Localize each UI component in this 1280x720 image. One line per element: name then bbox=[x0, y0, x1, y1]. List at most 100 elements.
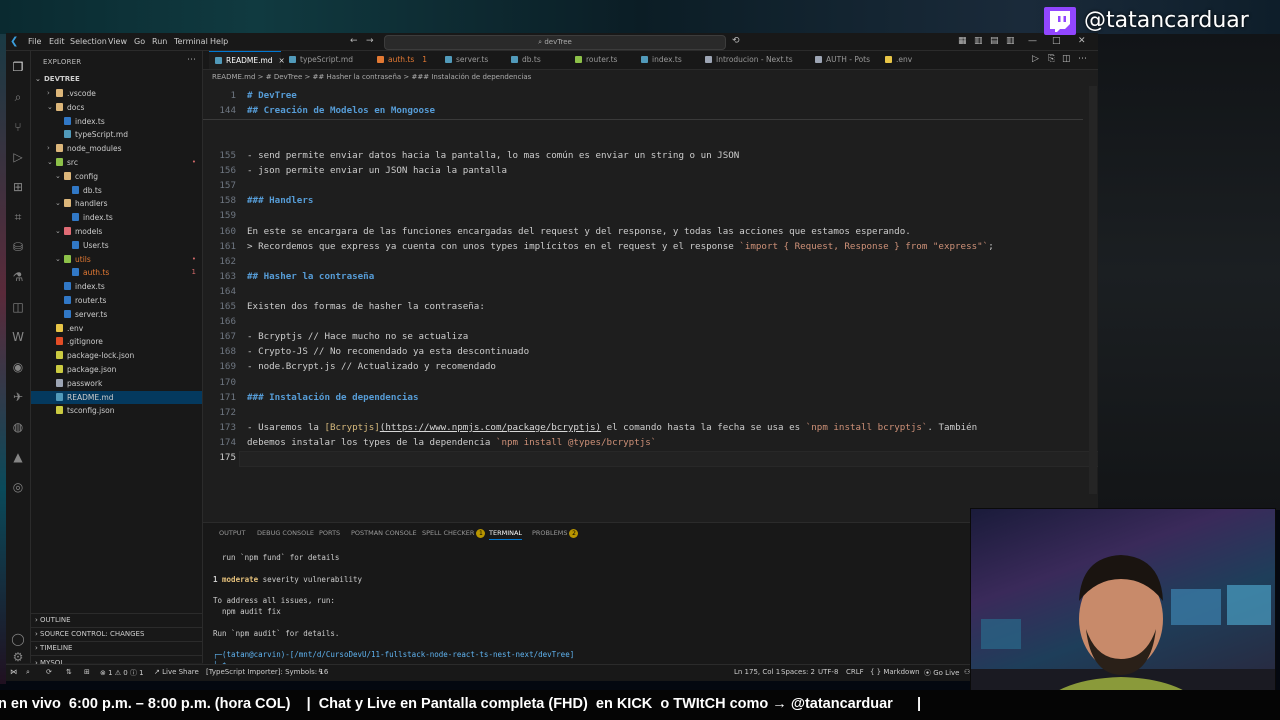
tree-item[interactable]: User.ts bbox=[31, 239, 202, 252]
outline-section[interactable]: › OUTLINE bbox=[31, 613, 202, 627]
ports-icon[interactable]: ⇅ bbox=[66, 668, 72, 676]
code-line[interactable]: ### Instalación de dependencias bbox=[247, 392, 418, 403]
tree-item[interactable]: › node_modules bbox=[31, 142, 202, 155]
tree-item[interactable]: router.ts bbox=[31, 294, 202, 307]
prettier-icon[interactable]: ▲ bbox=[10, 449, 26, 465]
search-files-icon[interactable]: ⌕ bbox=[10, 89, 26, 105]
panel-tab-ports[interactable]: PORTS bbox=[319, 529, 340, 537]
tab-router-ts[interactable]: router.ts bbox=[569, 51, 633, 69]
tree-item[interactable]: index.ts bbox=[31, 115, 202, 128]
layout-icon[interactable]: ⊞ bbox=[84, 668, 90, 676]
code-line[interactable]: - node.Bcrypt.js // Actualizado y recome… bbox=[247, 361, 496, 372]
toggle-panel-icon[interactable]: ▤ bbox=[990, 36, 999, 46]
sticky-heading[interactable]: # DevTree bbox=[247, 90, 297, 101]
code-line[interactable]: - Usaremos la [Bcryptjs](https://www.npm… bbox=[247, 422, 977, 433]
code-line[interactable]: ## Hasher la contraseña bbox=[247, 271, 374, 282]
settings-gear-icon[interactable]: ⚙ bbox=[10, 649, 26, 665]
minimize-icon[interactable]: — bbox=[1028, 36, 1037, 46]
language-mode[interactable]: { } Markdown bbox=[870, 668, 920, 676]
tree-item[interactable]: package-lock.json bbox=[31, 349, 202, 362]
maximize-icon[interactable]: □ bbox=[1052, 36, 1061, 46]
gitlens-icon[interactable]: ◉ bbox=[10, 359, 26, 375]
postman-icon[interactable]: ✈ bbox=[10, 389, 26, 405]
code-line[interactable]: Existen dos formas de hasher la contrase… bbox=[247, 301, 485, 312]
tree-item[interactable]: ⌄ models bbox=[31, 225, 202, 238]
code-line[interactable]: En este se encargara de las funciones en… bbox=[247, 226, 911, 237]
tab-readme-md[interactable]: README.md × bbox=[209, 51, 285, 69]
docker-icon[interactable]: ◫ bbox=[10, 299, 26, 315]
copilot-icon[interactable]: ⟲ bbox=[732, 36, 740, 46]
remote-explorer-icon[interactable]: ⌗ bbox=[10, 209, 26, 225]
tree-item[interactable]: typeScript.md bbox=[31, 128, 202, 141]
toggle-sidebar-icon[interactable]: ▥ bbox=[974, 36, 983, 46]
tab--env[interactable]: .env bbox=[879, 51, 929, 69]
tree-item[interactable]: passwork bbox=[31, 377, 202, 390]
account-icon[interactable]: ◯ bbox=[10, 631, 26, 647]
tree-item[interactable]: README.md bbox=[31, 390, 202, 404]
tree-item[interactable]: ⌄ config bbox=[31, 170, 202, 183]
panel-tab-problems[interactable]: PROBLEMS 2 bbox=[532, 529, 579, 538]
mysql-section[interactable]: › MYSQL bbox=[31, 655, 202, 667]
menu-go[interactable]: Go bbox=[134, 37, 145, 46]
timeline-section[interactable]: › TIMELINE bbox=[31, 641, 202, 655]
editor-more-icon[interactable]: ⋯ bbox=[1078, 54, 1087, 64]
tree-item[interactable]: ⌄ src • bbox=[31, 156, 202, 169]
typescript-importer-status[interactable]: [TypeScript Importer]: Symbols: 16 bbox=[206, 668, 328, 676]
testing-icon[interactable]: ⚗ bbox=[10, 269, 26, 285]
tab-index-ts[interactable]: index.ts bbox=[635, 51, 697, 69]
panel-tab-debug-console[interactable]: DEBUG CONSOLE bbox=[257, 529, 314, 537]
remote-indicator-icon[interactable]: ⋈ bbox=[10, 668, 17, 676]
toggle-secondary-sidebar-icon[interactable]: ▥ bbox=[1006, 36, 1015, 46]
menu-file[interactable]: File bbox=[28, 37, 41, 46]
open-changes-icon[interactable]: ⎘ bbox=[1048, 54, 1055, 64]
more-actions-icon[interactable]: ⋯ bbox=[187, 55, 196, 65]
menu-terminal[interactable]: Terminal bbox=[174, 37, 208, 46]
source-control-changes-section[interactable]: › SOURCE CONTROL: CHANGES bbox=[31, 627, 202, 641]
explorer-root-folder[interactable]: ⌄ DEVTREE bbox=[31, 73, 202, 86]
tab-auth-ts[interactable]: auth.ts 1 bbox=[371, 51, 437, 69]
tab-db-ts[interactable]: db.ts bbox=[505, 51, 567, 69]
code-line[interactable]: > Recordemos que express ya cuenta con u… bbox=[247, 241, 994, 252]
minimap-slider[interactable] bbox=[1089, 86, 1097, 494]
problems-indicator[interactable]: ⊗ 1 ⚠ 0 ⓘ 1 bbox=[100, 668, 144, 678]
back-arrow-icon[interactable]: ← bbox=[350, 36, 358, 46]
menu-run[interactable]: Run bbox=[152, 37, 167, 46]
panel-tab-output[interactable]: OUTPUT bbox=[219, 529, 246, 537]
tab-auth-pots[interactable]: AUTH - Pots bbox=[809, 51, 877, 69]
command-center-search[interactable]: ⌕ devTree bbox=[384, 35, 726, 50]
go-live-button[interactable]: ⦿ Go Live bbox=[924, 668, 959, 678]
panel-tab-spell-checker[interactable]: SPELL CHECKER 1 bbox=[422, 529, 486, 538]
menu-view[interactable]: View bbox=[108, 37, 127, 46]
encoding[interactable]: UTF-8 bbox=[818, 668, 838, 676]
sticky-heading[interactable]: ## Creación de Modelos en Mongoose bbox=[247, 105, 435, 116]
tree-item[interactable]: tsconfig.json bbox=[31, 404, 202, 417]
end-of-line[interactable]: CRLF bbox=[846, 668, 864, 676]
search-status-icon[interactable]: ⌕ bbox=[26, 668, 30, 677]
indentation[interactable]: Spaces: 2 bbox=[781, 668, 815, 676]
git-sync-icon[interactable]: ⟳ bbox=[46, 668, 52, 676]
tree-item[interactable]: ⌄ utils • bbox=[31, 253, 202, 266]
live-share-status[interactable]: ↗ Live Share bbox=[154, 668, 199, 676]
git-graph-icon[interactable]: ◎ bbox=[10, 479, 26, 495]
menu-edit[interactable]: Edit bbox=[49, 37, 65, 46]
code-line[interactable]: - json permite enviar un JSON hacia la p… bbox=[247, 165, 507, 176]
tab-introducion-next-ts[interactable]: Introducion - Next.ts bbox=[699, 51, 807, 69]
tree-item[interactable]: server.ts bbox=[31, 308, 202, 321]
tree-item[interactable]: package.json bbox=[31, 363, 202, 376]
menu-help[interactable]: Help bbox=[210, 37, 228, 46]
forward-arrow-icon[interactable]: → bbox=[366, 36, 374, 46]
tree-item[interactable]: ⌄ handlers bbox=[31, 197, 202, 210]
database-icon[interactable]: ⛁ bbox=[10, 239, 26, 255]
tree-item[interactable]: .gitignore bbox=[31, 335, 202, 348]
cursor-position[interactable]: Ln 175, Col 1 bbox=[734, 668, 780, 676]
layout-customize-icon[interactable]: ▦ bbox=[958, 36, 967, 46]
explorer-icon[interactable]: ❐ bbox=[10, 59, 26, 75]
code-line[interactable]: - send permite enviar datos hacia la pan… bbox=[247, 150, 739, 161]
live-share-icon[interactable]: W bbox=[10, 329, 26, 345]
panel-tab-terminal[interactable]: TERMINAL bbox=[489, 529, 523, 540]
tab-server-ts[interactable]: server.ts bbox=[439, 51, 503, 69]
tree-item[interactable]: ⌄ docs bbox=[31, 101, 202, 114]
run-icon[interactable]: ▷ bbox=[1032, 54, 1039, 64]
tree-item[interactable]: › .vscode bbox=[31, 87, 202, 100]
code-line[interactable]: ### Handlers bbox=[247, 195, 313, 206]
